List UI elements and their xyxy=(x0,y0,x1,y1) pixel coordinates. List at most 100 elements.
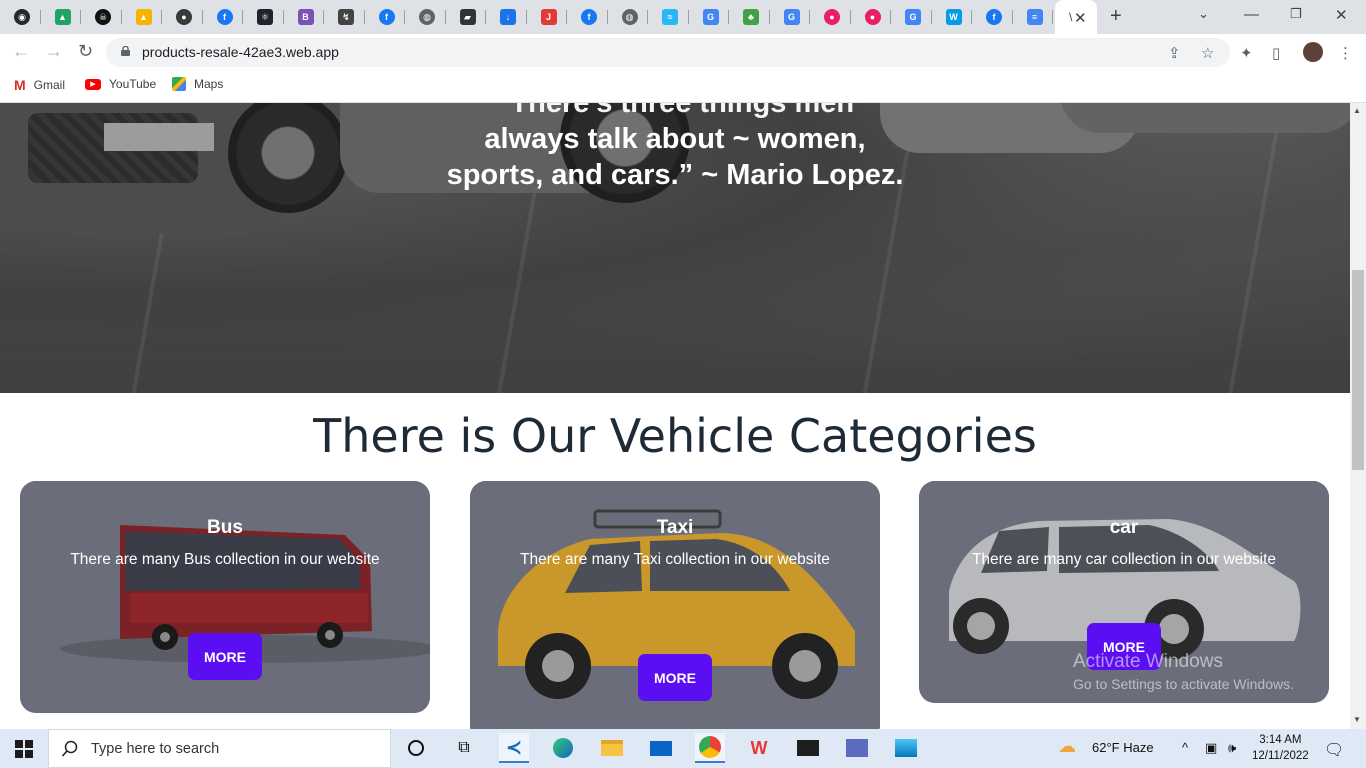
arrow-icon: ↯ xyxy=(338,9,354,25)
card-title: car xyxy=(1109,517,1139,538)
mail-icon[interactable] xyxy=(646,733,676,763)
browser-tab[interactable]: J xyxy=(527,0,568,34)
show-hidden-icons[interactable]: ^ xyxy=(1182,740,1188,755)
notification-icon[interactable]: 🗨 xyxy=(1324,740,1344,760)
vscode-icon[interactable]: ≺ xyxy=(499,733,529,763)
browser-tab[interactable]: ▲ xyxy=(41,0,82,34)
forward-button[interactable]: → xyxy=(45,41,63,62)
browser-tab[interactable]: ≈ xyxy=(648,0,689,34)
browser-tab[interactable]: ♣ xyxy=(729,0,770,34)
browser-tab[interactable]: ≡ xyxy=(1013,0,1054,34)
bookmark-maps[interactable]: Maps xyxy=(172,77,223,91)
close-window-button[interactable]: ✕ xyxy=(1335,6,1348,24)
app-icon: ● xyxy=(176,9,192,25)
quote-line: always talk about ~ women, xyxy=(484,123,866,155)
photos-icon[interactable] xyxy=(891,733,921,763)
browser-tab[interactable]: f xyxy=(567,0,608,34)
browser-tab[interactable]: ↓ xyxy=(486,0,527,34)
scrollbar-thumb[interactable] xyxy=(1352,270,1364,470)
chrome-icon[interactable] xyxy=(695,733,725,763)
card-title: Bus xyxy=(207,517,243,538)
taskbar-clock[interactable]: 3:14 AM 12/11/2022 xyxy=(1252,732,1309,764)
browser-tab[interactable]: ⚛ xyxy=(243,0,284,34)
url-text[interactable]: products-resale-42ae3.web.app xyxy=(142,44,339,60)
browser-tab[interactable]: f xyxy=(972,0,1013,34)
browser-tab[interactable]: W xyxy=(932,0,973,34)
windows-start-icon[interactable] xyxy=(15,740,33,758)
browser-tab[interactable]: ▲ xyxy=(122,0,163,34)
cortana-icon[interactable] xyxy=(401,733,431,763)
browser-tab[interactable]: ↯ xyxy=(324,0,365,34)
facebook-icon: f xyxy=(378,9,395,25)
bookmark-star-icon[interactable]: ☆ xyxy=(1201,44,1214,62)
scroll-down-arrow[interactable]: ▼ xyxy=(1353,715,1361,724)
category-card-taxi[interactable]: Taxi There are many Taxi collection in o… xyxy=(470,481,880,729)
more-button-taxi[interactable]: MORE xyxy=(638,654,712,701)
browser-tab[interactable]: B xyxy=(284,0,325,34)
browser-tab[interactable]: G xyxy=(891,0,932,34)
facebook-icon: f xyxy=(216,9,233,25)
weather-icon[interactable]: ☁ xyxy=(1058,736,1076,757)
profile-avatar[interactable] xyxy=(1303,42,1323,62)
category-card-bus[interactable]: Bus There are many Bus collection in our… xyxy=(20,481,430,713)
drop-icon: ● xyxy=(824,9,840,25)
browser-tab[interactable]: ◍ xyxy=(405,0,446,34)
plant-icon: ♣ xyxy=(743,9,759,25)
pirate-icon: ☠ xyxy=(95,9,111,25)
scroll-up-arrow[interactable]: ▲ xyxy=(1353,106,1361,115)
weather-text[interactable]: 62°F Haze xyxy=(1092,740,1154,755)
edge-icon[interactable] xyxy=(548,733,578,763)
google-drive-icon: ▲ xyxy=(135,9,152,25)
share-icon[interactable]: ⇪ xyxy=(1168,44,1181,62)
clock-date: 12/11/2022 xyxy=(1252,750,1309,762)
browser-tab[interactable]: ◉ xyxy=(0,0,41,34)
browser-tab[interactable]: f xyxy=(203,0,244,34)
minimize-button[interactable]: — xyxy=(1244,6,1259,23)
tab-strip: ◉ ▲ ☠ ▲ ● f ⚛ B ↯ f ◍ ▰ ↓ Jf ◍ ≈ G ♣ G ● ● G Wf ≡ \ xyxy=(0,0,1366,34)
google-drive-icon: ▲ xyxy=(54,9,71,25)
google-icon: G xyxy=(702,9,719,25)
card-description: There are many Taxi collection in our we… xyxy=(520,551,830,568)
side-panel-icon[interactable]: ▯ xyxy=(1272,44,1280,62)
react-icon: ⚛ xyxy=(257,9,273,25)
browser-tab[interactable]: ● xyxy=(810,0,851,34)
terminal-icon[interactable] xyxy=(793,733,823,763)
back-button[interactable]: ← xyxy=(12,41,30,62)
close-tab-icon[interactable]: ✕ xyxy=(1074,9,1087,27)
network-icon[interactable]: ▣ xyxy=(1205,740,1217,756)
bookmark-youtube[interactable]: ▶ YouTube xyxy=(85,77,156,91)
browser-tab[interactable]: G xyxy=(770,0,811,34)
reload-button[interactable]: ↻ xyxy=(78,41,93,62)
browser-tab[interactable]: ● xyxy=(851,0,892,34)
bootstrap-icon: B xyxy=(297,9,314,25)
bookmark-gmail[interactable]: M Gmail xyxy=(14,77,65,93)
browser-tab[interactable]: f xyxy=(365,0,406,34)
globe-icon: ◍ xyxy=(419,9,435,25)
browser-tab[interactable]: ☠ xyxy=(81,0,122,34)
browser-tab[interactable]: ◍ xyxy=(608,0,649,34)
menu-icon[interactable]: ⋮ xyxy=(1338,44,1353,62)
clock-time: 3:14 AM xyxy=(1259,734,1302,746)
github-icon: ◉ xyxy=(14,9,30,25)
wave-icon: ≈ xyxy=(662,9,678,25)
volume-icon[interactable]: 🕪 xyxy=(1228,740,1236,756)
browser-tab[interactable]: ▰ xyxy=(446,0,487,34)
gmail-icon: M xyxy=(14,77,26,93)
more-button-bus[interactable]: MORE xyxy=(188,633,262,680)
network-app-icon[interactable] xyxy=(842,733,872,763)
task-view-icon[interactable]: ⧉ xyxy=(449,733,479,763)
search-icon xyxy=(61,740,78,757)
hero-quote: “There's three things men always talk ab… xyxy=(420,103,930,193)
new-tab-button[interactable]: + xyxy=(1110,5,1122,28)
tab-search-icon[interactable]: ⌄ xyxy=(1198,6,1209,22)
search-placeholder: Type here to search xyxy=(91,740,220,757)
file-explorer-icon[interactable] xyxy=(597,733,627,763)
restore-button[interactable]: ❐ xyxy=(1290,6,1302,22)
taskbar-search[interactable]: Type here to search xyxy=(48,729,391,768)
wps-office-icon[interactable]: W xyxy=(744,733,774,763)
browser-tab[interactable]: G xyxy=(689,0,730,34)
lock-icon[interactable] xyxy=(121,46,130,56)
extensions-icon[interactable]: ✦ xyxy=(1240,44,1253,62)
browser-tab[interactable]: ● xyxy=(162,0,203,34)
activate-windows-watermark: Activate Windows xyxy=(1073,651,1223,672)
